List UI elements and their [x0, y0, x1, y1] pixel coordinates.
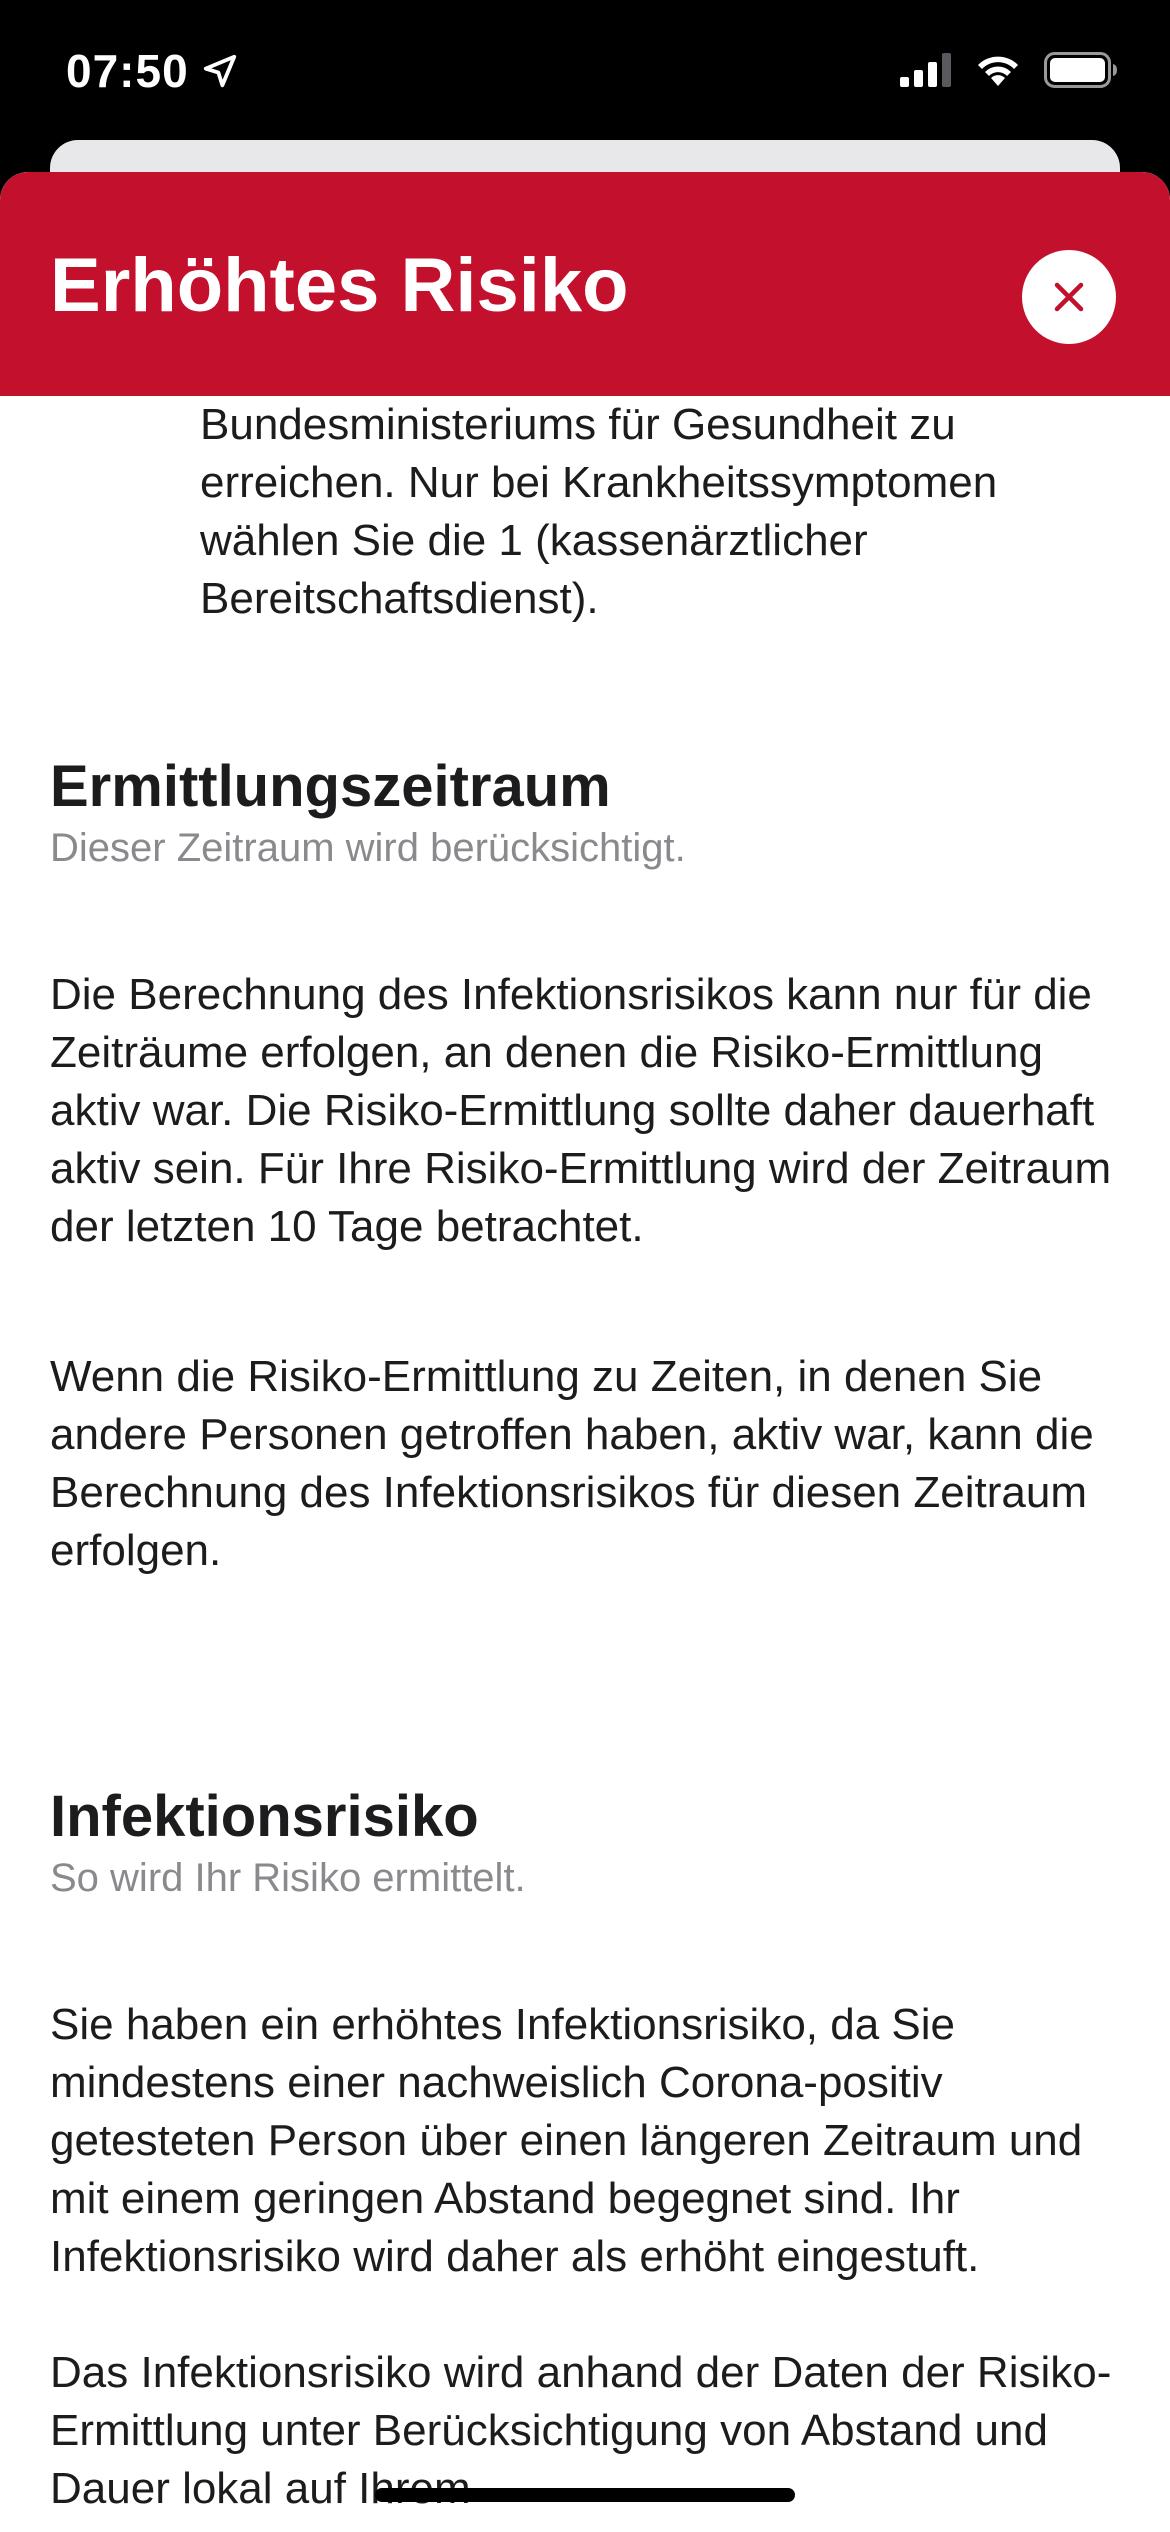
section-title-infektionsrisiko: Infektionsrisiko: [50, 1784, 479, 1849]
battery-icon: [1044, 52, 1117, 88]
status-bar: 07:50: [0, 0, 1170, 150]
section-paragraph: Die Berechnung des Infektionsrisikos kan…: [50, 970, 1112, 1251]
sheet-header: Erhöhtes Risiko: [0, 172, 1170, 396]
location-arrow-icon: [203, 54, 236, 88]
status-time-group: 07:50: [66, 44, 239, 98]
cellular-signal-icon: [900, 53, 951, 87]
section-subtitle-infektionsrisiko: So wird Ihr Risiko ermittelt.: [50, 1856, 526, 1900]
app-screen: 07:50 Erhöhtes Risiko Bundesministeriums…: [0, 0, 1170, 2532]
sheet-content: Bundesministeriums für Gesundheit zu err…: [0, 396, 1170, 2532]
close-icon: [1054, 282, 1084, 312]
section-paragraph: Sie haben ein erhöhtes Infektionsrisiko,…: [50, 2000, 1083, 2281]
section-subtitle-ermittlungszeitraum: Dieser Zeitraum wird berücksichtigt.: [50, 826, 686, 870]
risk-detail-sheet: Erhöhtes Risiko Bundesministeriums für G…: [0, 172, 1170, 2532]
page-title: Erhöhtes Risiko: [50, 243, 629, 328]
home-indicator[interactable]: [375, 2488, 795, 2502]
status-time: 07:50: [66, 45, 189, 97]
close-button[interactable]: [1022, 250, 1116, 344]
intro-text: Bundesministeriums für Gesundheit zu err…: [200, 400, 998, 623]
section-paragraph: Wenn die Risiko-Ermittlung zu Zeiten, in…: [50, 1352, 1094, 1575]
wifi-icon: [978, 56, 1018, 86]
status-icons: [900, 52, 1118, 88]
section-title-ermittlungszeitraum: Ermittlungszeitraum: [50, 754, 611, 819]
